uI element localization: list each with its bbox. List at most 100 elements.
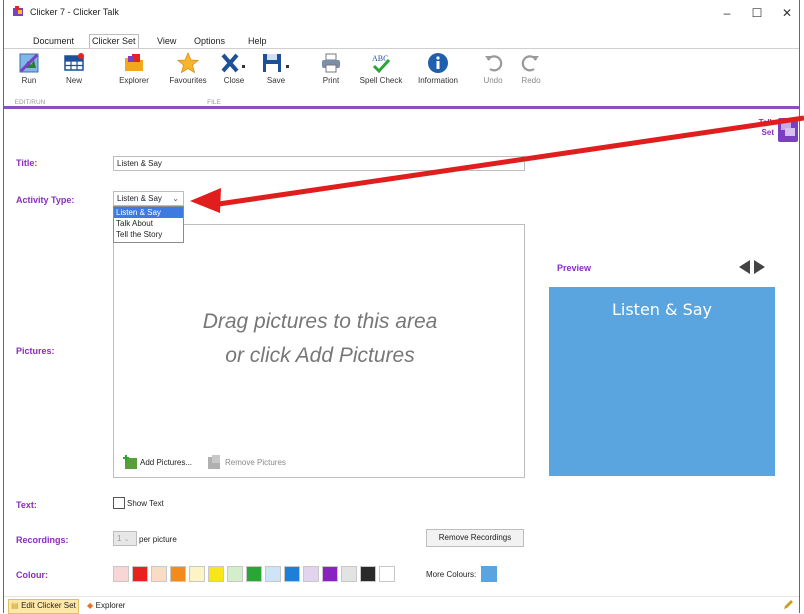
colour-label: Colour: [16, 570, 48, 580]
edit-clicker-set-tab[interactable]: ▤ Edit Clicker Set [8, 599, 79, 614]
redo-button[interactable]: Redo [516, 52, 546, 96]
menu-help[interactable]: Help [246, 35, 269, 48]
printer-icon [322, 53, 340, 73]
activity-type-dropdown-list: Listen & Say Talk About Tell the Story [113, 206, 184, 243]
undo-button[interactable]: Undo [478, 52, 508, 96]
activity-option-talk-about[interactable]: Talk About [114, 218, 183, 229]
menu-options[interactable]: Options [192, 35, 227, 48]
save-button[interactable]: Save [256, 52, 296, 96]
recordings-label: Recordings: [16, 535, 69, 545]
information-label: Information [417, 76, 459, 85]
information-button[interactable]: Information [412, 52, 464, 96]
explorer-tab[interactable]: ◆ Explorer [87, 600, 125, 613]
redo-label: Redo [521, 76, 541, 85]
activity-option-tell-story[interactable]: Tell the Story [114, 229, 183, 240]
print-button[interactable]: Print [316, 52, 346, 96]
close-window-button[interactable]: ✕ [774, 4, 800, 22]
run-icon [19, 53, 39, 73]
run-button[interactable]: Run [14, 52, 44, 96]
colour-swatch[interactable] [265, 566, 281, 582]
colour-swatch[interactable] [360, 566, 376, 582]
run-label: Run [21, 76, 37, 85]
remove-recordings-button[interactable]: Remove Recordings [426, 529, 524, 547]
minimize-button[interactable]: – [714, 4, 740, 22]
close-label: Close [223, 76, 245, 85]
activity-type-label: Activity Type: [16, 195, 75, 205]
explorer-tab-label: Explorer [95, 601, 126, 610]
pencil-icon[interactable] [782, 599, 794, 611]
maximize-button[interactable]: ☐ [744, 4, 770, 22]
talk-set-icon[interactable] [776, 114, 800, 146]
colour-swatch[interactable] [113, 566, 129, 582]
colour-swatch[interactable] [132, 566, 148, 582]
title-bar: Clicker 7 - Clicker Talk – ☐ ✕ [4, 0, 799, 32]
edit-clicker-set-label: Edit Clicker Set [21, 601, 76, 610]
spell-check-label: Spell Check [359, 76, 403, 85]
file-group-label: FILE [207, 99, 221, 106]
colour-swatch[interactable] [208, 566, 224, 582]
redo-icon [521, 55, 539, 72]
close-button[interactable]: Close [216, 52, 252, 96]
colour-swatch[interactable] [246, 566, 262, 582]
clicker-app-icon [13, 6, 23, 16]
favourites-button[interactable]: Favourites [164, 52, 212, 96]
menu-bar: Document Clicker Set View Options Help [4, 34, 799, 48]
drop-instruction-line1: Drag pictures to this area [202, 310, 438, 333]
new-grid-icon [64, 53, 84, 71]
remove-pictures-icon [208, 455, 220, 469]
preview-title: Listen & Say [611, 300, 713, 319]
colour-swatch[interactable] [227, 566, 243, 582]
edit-set-icon: ▤ [11, 601, 19, 610]
favourites-label: Favourites [169, 76, 207, 85]
menu-clicker-set[interactable]: Clicker Set [89, 34, 139, 48]
window-title: Clicker 7 - Clicker Talk [30, 7, 119, 17]
colour-swatch[interactable] [170, 566, 186, 582]
edit-run-group-label: EDIT/RUN [14, 99, 46, 106]
preview-resize-arrows-icon[interactable] [738, 259, 766, 275]
show-text-checkbox[interactable] [113, 497, 125, 509]
activity-option-listen-say[interactable]: Listen & Say [114, 207, 183, 218]
remove-pictures-label: Remove Pictures [225, 458, 286, 467]
explorer-folder-icon [125, 54, 143, 71]
spell-check-button[interactable]: ABC Spell Check [356, 52, 406, 96]
spell-check-icon: ABC [372, 54, 391, 74]
explorer-label: Explorer [119, 76, 149, 85]
explorer-button[interactable]: Explorer [114, 52, 154, 96]
colour-swatch[interactable] [189, 566, 205, 582]
explorer-small-icon: ◆ [87, 601, 94, 610]
star-icon [177, 52, 199, 74]
title-input[interactable]: Listen & Say [113, 156, 525, 171]
info-icon [428, 53, 448, 73]
drop-instruction-line2: or click Add Pictures [225, 344, 415, 367]
menu-document[interactable]: Document [31, 35, 76, 48]
colour-swatch[interactable] [341, 566, 357, 582]
more-colours-label: More Colours: [426, 570, 477, 579]
chevron-down-icon: ⌄ [123, 536, 130, 543]
activity-type-value: Listen & Say [117, 194, 162, 203]
ribbon-divider [4, 106, 799, 109]
menu-view[interactable]: View [155, 35, 178, 48]
colour-swatch[interactable] [284, 566, 300, 582]
print-label: Print [322, 76, 340, 85]
text-label: Text: [16, 500, 37, 510]
save-label: Save [266, 76, 286, 85]
ribbon-toolbar: Run EDIT/RUN New Explorer Favourites Clo… [4, 48, 799, 107]
more-colours-swatch[interactable] [481, 566, 497, 582]
new-label: New [65, 76, 82, 85]
undo-icon [485, 55, 503, 72]
colour-swatch[interactable] [151, 566, 167, 582]
add-pictures-label: Add Pictures... [140, 458, 193, 467]
colour-swatch[interactable] [322, 566, 338, 582]
undo-label: Undo [483, 76, 503, 85]
new-button[interactable]: New [56, 52, 92, 96]
preview-label: Preview [557, 263, 592, 273]
talk-set-label: Talk Set [758, 118, 774, 137]
picture-drop-area[interactable]: Drag pictures to this area or click Add … [113, 224, 525, 478]
per-picture-label: per picture [139, 535, 177, 544]
status-bar: ▤ Edit Clicker Set ◆ Explorer [4, 596, 799, 614]
recordings-count-value: 1 [117, 534, 122, 543]
recordings-count-select[interactable]: 1 ⌄ [113, 531, 137, 546]
activity-type-select[interactable]: Listen & Say ⌄ [113, 191, 184, 206]
colour-swatch[interactable] [303, 566, 319, 582]
colour-swatch[interactable] [379, 566, 395, 582]
